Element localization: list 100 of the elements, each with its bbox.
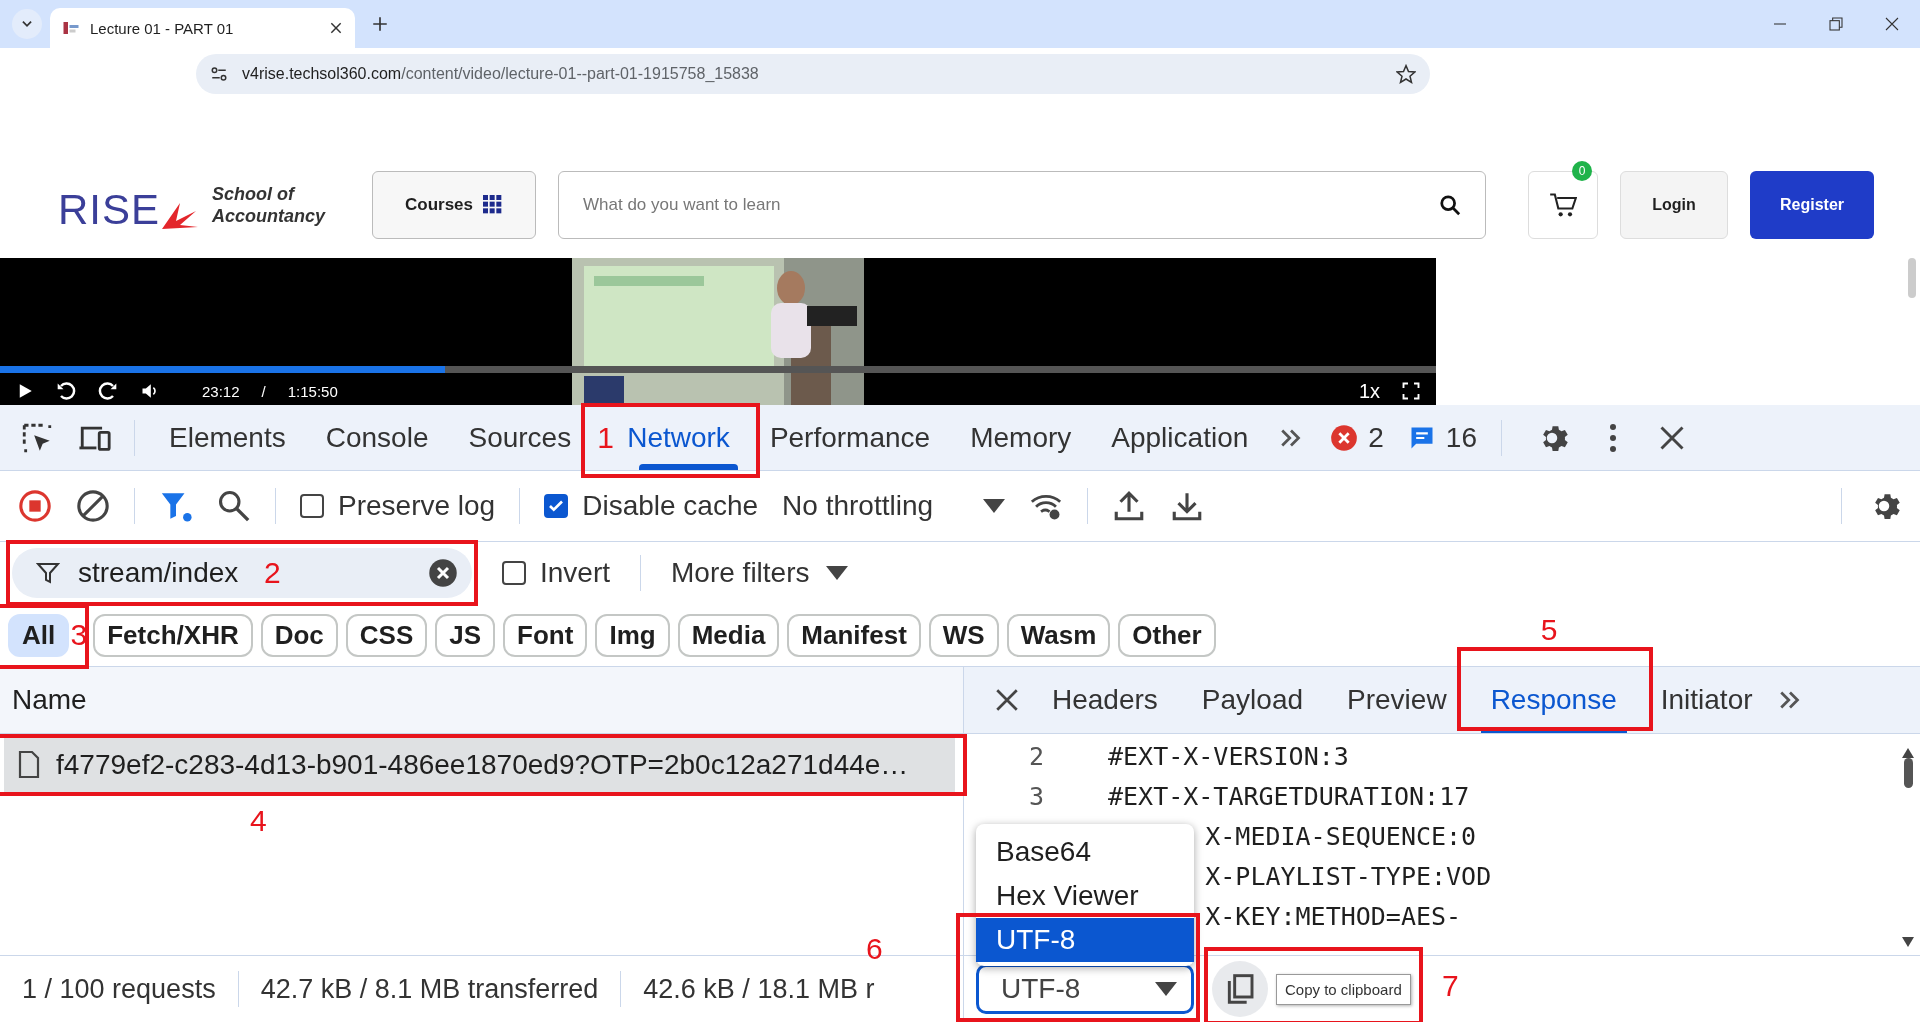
code-line: X-PLAYLIST-TYPE:VOD <box>1205 861 1492 891</box>
encoding-select[interactable]: UTF-8 <box>976 964 1194 1014</box>
clear-icon[interactable] <box>428 558 458 588</box>
type-filter-chip[interactable]: Other <box>1118 613 1216 657</box>
rewind-icon[interactable] <box>56 381 76 401</box>
search-field[interactable]: What do you want to learn <box>558 171 1486 239</box>
star-icon[interactable] <box>1396 64 1416 84</box>
type-filter-chip[interactable]: Doc <box>260 613 338 657</box>
type-filter-chip[interactable]: All <box>8 613 70 657</box>
scrollbar-thumb[interactable] <box>1903 757 1913 788</box>
type-filter-chip[interactable]: Media <box>677 613 780 657</box>
panel-tab[interactable]: Sources <box>448 405 592 470</box>
copy-button[interactable] <box>1212 961 1268 1017</box>
type-filter-chip[interactable]: Wasm <box>1006 613 1111 657</box>
logo-tagline: School of <box>212 182 297 205</box>
annotation-number: 5 <box>1540 615 1558 645</box>
close-icon[interactable] <box>994 687 1020 713</box>
scrollbar[interactable] <box>1908 258 1916 298</box>
grid-icon <box>483 195 503 215</box>
caret-icon <box>825 566 848 580</box>
caret-icon <box>1155 982 1177 996</box>
checkbox[interactable]: Invert <box>502 557 611 589</box>
panel-tab[interactable]: Console <box>305 405 449 470</box>
more-filters-dropdown[interactable]: More filters <box>671 557 848 589</box>
annotation-number: 3 <box>70 619 88 650</box>
code-line: #EXT-X-TARGETDURATION:17 <box>1108 781 1470 811</box>
video-duration: 1:15:50 <box>287 382 338 400</box>
code-line: X-KEY:METHOD=AES- <box>1205 901 1462 931</box>
checkbox[interactable]: Preserve log <box>300 490 496 522</box>
annotation-number: 1 <box>597 423 614 453</box>
detail-tab[interactable]: Preview <box>1325 667 1469 733</box>
playback-speed[interactable]: 1x <box>1358 379 1380 403</box>
funnel-icon <box>36 561 60 585</box>
error-counter[interactable]: 2 <box>1330 421 1384 454</box>
browser-tab[interactable]: Lecture 01 - PART 01 <box>50 8 355 48</box>
time-separator: / <box>261 382 266 400</box>
throttling-select[interactable]: No throttling <box>782 490 1006 522</box>
panel-tab[interactable]: Performance <box>749 405 951 470</box>
detail-tab[interactable]: Headers <box>1030 667 1180 733</box>
forward-icon[interactable] <box>98 381 118 401</box>
annotation-number: 7 <box>1442 971 1459 1001</box>
cart-count-badge: 0 <box>1572 161 1592 181</box>
annotation-number: 4 <box>250 806 267 836</box>
message-counter[interactable]: 16 <box>1407 421 1477 454</box>
panel-tab[interactable]: Memory <box>950 405 1092 470</box>
record-stop-icon[interactable] <box>18 489 52 523</box>
status-text: 1 / 100 requests <box>21 973 217 1005</box>
type-filter-chip[interactable]: CSS <box>345 613 428 657</box>
detail-tab[interactable]: Initiator <box>1638 667 1775 733</box>
menu-option[interactable]: Hex Viewer <box>976 874 1194 918</box>
line-number: 3 <box>1027 781 1044 811</box>
close-icon[interactable] <box>329 21 343 35</box>
type-filter-chip[interactable]: Fetch/XHR <box>93 613 253 657</box>
status-text: 42.6 kB / 18.1 MB r <box>642 973 876 1005</box>
restore-icon[interactable] <box>1828 16 1844 32</box>
detail-tab[interactable]: Response <box>1468 667 1639 733</box>
tooltip: Copy to clipboard <box>1276 973 1411 1005</box>
document-icon <box>16 750 42 780</box>
panel-tab[interactable]: Network <box>627 405 750 470</box>
login-button[interactable]: Login <box>1620 171 1728 239</box>
menu-option[interactable]: UTF-8 <box>976 918 1194 962</box>
caret-icon <box>983 499 1006 513</box>
cart-icon <box>1549 191 1577 219</box>
address-bar[interactable]: v4rise.techsol360.com/content/video/lecture-01--part-01-1915758_15838 <box>196 54 1430 94</box>
column-header[interactable]: Name <box>12 684 87 716</box>
type-filter-chip[interactable]: Manifest <box>787 613 921 657</box>
type-filter-chip[interactable]: Img <box>595 613 670 657</box>
elapsed-time: 23:12 <box>202 382 240 400</box>
panel-tab[interactable]: Elements <box>149 405 306 470</box>
logo-text: RISE <box>58 185 161 231</box>
tab-list-button[interactable] <box>12 9 42 39</box>
url-text: v4rise.techsol360.com/content/video/lecture-01--part-01-1915758_15838 <box>242 65 760 83</box>
annotation-number: 6 <box>866 934 883 964</box>
error-icon <box>1330 423 1359 452</box>
type-filter-chip[interactable]: WS <box>928 613 999 657</box>
line-number: 2 <box>1027 741 1044 771</box>
register-button[interactable]: Register <box>1750 171 1874 239</box>
clear-icon[interactable] <box>76 489 110 523</box>
annotation-number: 2 <box>264 558 281 588</box>
scroll-down-icon[interactable] <box>1902 937 1914 947</box>
courses-button[interactable]: Courses <box>372 171 536 239</box>
code-line: #EXT-X-VERSION:3 <box>1108 741 1349 771</box>
type-filter-chip[interactable]: Font <box>503 613 588 657</box>
checkbox[interactable]: Disable cache <box>544 490 759 522</box>
fullscreen-icon[interactable] <box>1402 382 1420 400</box>
search-icon <box>1439 194 1461 216</box>
request-row[interactable]: f4779ef2-c283-4d13-b901-486ee1870ed9?OTP=2b0c12a271d44e… <box>4 738 955 792</box>
new-tab-icon[interactable] <box>371 15 389 33</box>
site-settings-icon <box>210 65 228 83</box>
logo-tagline: Accountancy <box>212 205 326 228</box>
more-options-icon[interactable] <box>1608 421 1618 454</box>
menu-option[interactable]: Base64 <box>976 830 1194 874</box>
close-icon[interactable] <box>1884 16 1900 32</box>
panel-tab[interactable]: Application <box>1091 405 1269 470</box>
type-filter-chip[interactable]: JS <box>435 613 496 657</box>
page-favicon-icon <box>62 19 80 37</box>
search-icon[interactable] <box>217 489 251 523</box>
close-icon[interactable] <box>1658 423 1686 452</box>
status-text: 42.7 kB / 8.1 MB transferred <box>259 973 600 1005</box>
detail-tab[interactable]: Payload <box>1179 667 1326 733</box>
